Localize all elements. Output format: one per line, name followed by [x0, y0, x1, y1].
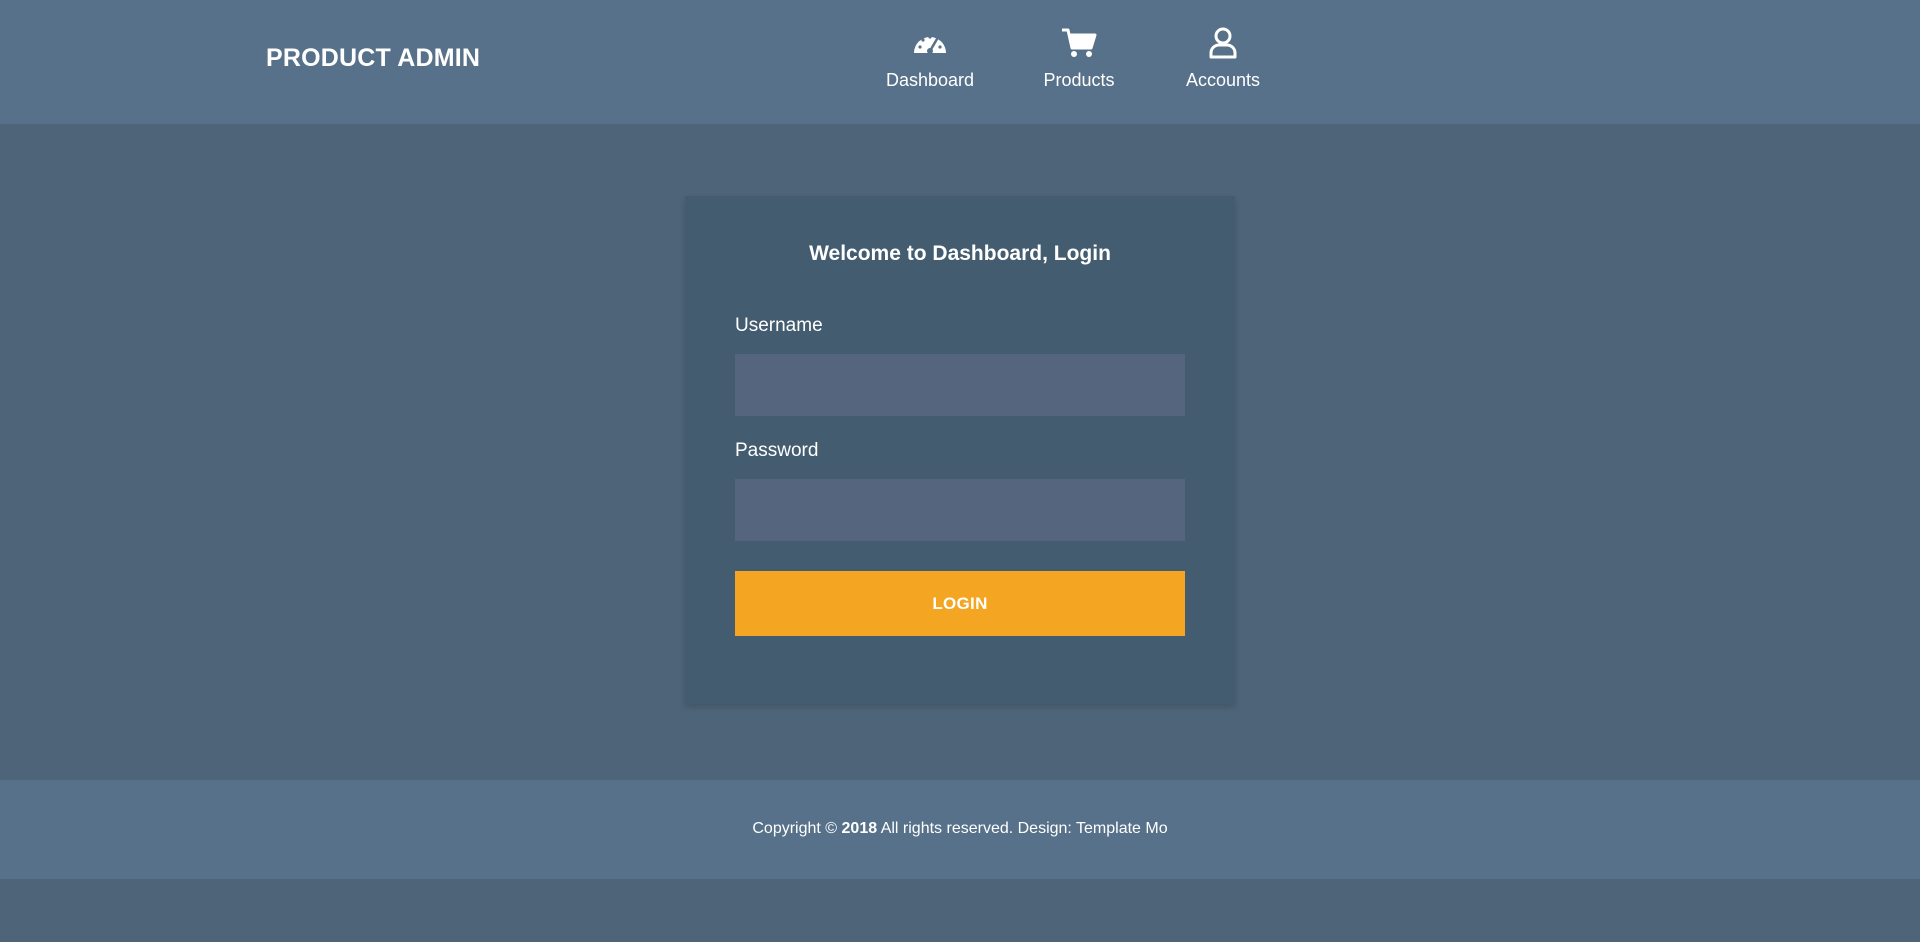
nav-label-dashboard: Dashboard [885, 70, 975, 90]
nav-item-accounts[interactable]: Accounts [1163, 0, 1283, 124]
nav-label-products: Products [1043, 70, 1115, 90]
login-button[interactable]: LOGIN [735, 571, 1185, 636]
nav-item-products[interactable]: Products [1019, 0, 1139, 124]
shopping-cart-icon [1059, 26, 1099, 60]
login-title: Welcome to Dashboard, Login [809, 242, 1111, 265]
speedometer-icon [910, 26, 950, 60]
brand-title[interactable]: PRODUCT ADMIN [266, 44, 480, 73]
username-label: Username [735, 315, 823, 336]
copyright-suffix: All rights reserved. Design: Template Mo [880, 820, 1168, 837]
nav-label-accounts: Accounts [1185, 70, 1261, 90]
user-icon [1203, 26, 1243, 60]
copyright-prefix: Copyright © [752, 820, 838, 837]
username-input[interactable] [735, 354, 1185, 416]
login-card: Welcome to Dashboard, Login Username Pas… [685, 196, 1235, 704]
footer: Copyright © 2018 All rights reserved. De… [0, 780, 1920, 879]
copyright-year: 2018 [841, 820, 878, 837]
top-navbar: PRODUCT ADMIN Dashboard Products Account… [0, 0, 1920, 124]
password-label: Password [735, 440, 819, 461]
copyright-text: Copyright © 2018 All rights reserved. De… [0, 820, 1920, 838]
nav-item-dashboard[interactable]: Dashboard [870, 0, 990, 124]
password-input[interactable] [735, 479, 1185, 541]
